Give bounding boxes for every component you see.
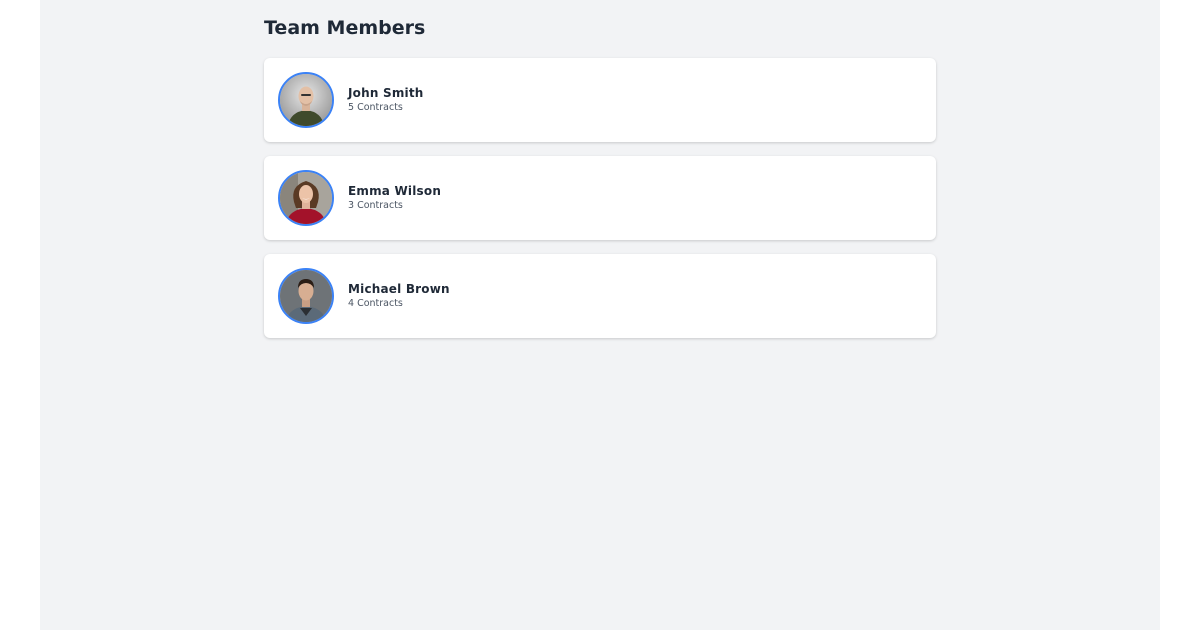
app-container: Team Members John Smith 5 Contracts Emma… [40,0,1160,630]
contract-count: 4 Contracts [348,298,403,309]
team-member-list: John Smith 5 Contracts Emma Wilson 3 Con… [264,58,936,352]
member-name: Michael Brown [348,282,450,296]
member-name: John Smith [348,86,424,100]
contract-count: 5 Contracts [348,102,403,113]
team-member-card[interactable]: Michael Brown 4 Contracts [264,254,936,338]
team-member-card[interactable]: John Smith 5 Contracts [264,58,936,142]
member-name: Emma Wilson [348,184,442,198]
avatar-photo-emma-wilson [280,172,332,224]
member-info: Emma Wilson 3 Contracts [348,184,441,212]
avatar [278,268,334,324]
member-info: Michael Brown 4 Contracts [348,282,450,310]
avatar [278,72,334,128]
avatar [278,170,334,226]
team-member-card[interactable]: Emma Wilson 3 Contracts [264,156,936,240]
avatar-photo-john-smith [280,74,332,126]
page-title: Team Members [264,17,426,39]
member-info: John Smith 5 Contracts [348,86,424,114]
avatar-photo-michael-brown [280,270,332,322]
contract-count: 3 Contracts [348,200,403,211]
